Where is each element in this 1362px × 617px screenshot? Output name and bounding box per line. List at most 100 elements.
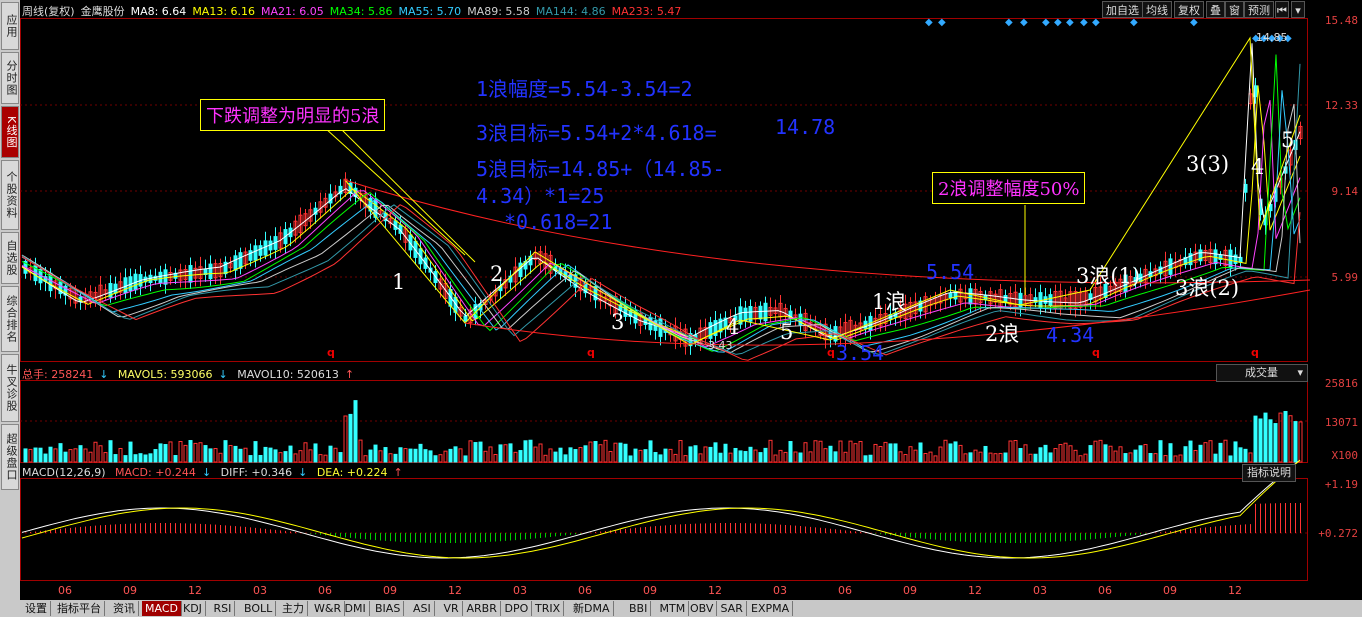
volume-legend: 总手: 258241 ↓ MAVOL5: 593066 ↓ MAVOL10: 520… xyxy=(22,368,355,381)
sidebar-item-timeshare[interactable]: 分时图 xyxy=(1,52,19,104)
volume-bar xyxy=(88,451,93,463)
volume-bar xyxy=(363,455,368,463)
volume-bar xyxy=(1143,444,1148,463)
first-page-icon[interactable]: ⏮ xyxy=(1275,1,1289,18)
tab-boll[interactable]: BOLL xyxy=(241,601,277,616)
volume-bar xyxy=(723,443,728,463)
chart-area[interactable]: 周线(复权) 金鹰股份 MA8: 6.64 MA13: 6.16 MA21: 6.05 M… xyxy=(20,0,1362,600)
sidebar-item-level2[interactable]: 超级盘口 xyxy=(1,424,19,490)
tab-macd[interactable]: MACD xyxy=(142,601,182,616)
volume-bar xyxy=(473,442,478,463)
volume-bar xyxy=(1053,448,1058,463)
volume-bar xyxy=(1258,418,1263,463)
volume-bar xyxy=(758,452,763,463)
sidebar-item-stock-info[interactable]: 个股资料 xyxy=(1,160,19,230)
tab-主力[interactable]: 主力 xyxy=(279,601,308,616)
volume-bar xyxy=(1108,445,1113,463)
volume-bar xyxy=(1028,453,1033,463)
volume-bar xyxy=(858,440,863,463)
tab-vr[interactable]: VR xyxy=(441,601,463,616)
tab-资讯[interactable]: 资讯 xyxy=(110,601,139,616)
volume-bar xyxy=(918,442,923,463)
volume-bar xyxy=(1013,440,1018,463)
volume-bar xyxy=(263,446,268,463)
time-tick: 06 xyxy=(58,584,72,597)
macd-tick-mid: +0.272 xyxy=(1318,527,1358,540)
overlay-button[interactable]: 叠 xyxy=(1206,1,1225,18)
volume-bar xyxy=(243,447,248,463)
tab-新dma[interactable]: 新DMA xyxy=(570,601,614,616)
tab-bias[interactable]: BIAS xyxy=(372,601,405,616)
tab-设置[interactable]: 设置 xyxy=(22,601,51,616)
sidebar-item-app[interactable]: 应用 xyxy=(1,2,19,50)
tab-asi[interactable]: ASI xyxy=(410,601,435,616)
volume-bar xyxy=(298,450,303,463)
volume-bar xyxy=(1058,444,1063,463)
q-marker: q xyxy=(827,346,835,359)
tab-dpo[interactable]: DPO xyxy=(502,601,533,616)
tab-obv[interactable]: OBV xyxy=(687,601,718,616)
volume-bar xyxy=(393,453,398,463)
time-tick: 12 xyxy=(708,584,722,597)
sidebar-item-watchlist[interactable]: 自选股 xyxy=(1,232,19,284)
window-button[interactable]: 窗 xyxy=(1225,1,1244,18)
indicator-dropdown[interactable]: 成交量 ▾ xyxy=(1216,364,1308,382)
tab-mtm[interactable]: MTM xyxy=(657,601,690,616)
price-panel-border xyxy=(20,18,1308,362)
volume-bar xyxy=(1218,442,1223,463)
tab-sar[interactable]: SAR xyxy=(718,601,747,616)
volume-bar xyxy=(518,450,523,463)
volume-bar xyxy=(478,441,483,463)
volume-bar xyxy=(613,442,618,463)
forecast-button[interactable]: 预测 xyxy=(1244,1,1274,18)
volume-bar xyxy=(893,443,898,463)
volume-bar xyxy=(303,442,308,463)
dropdown-label: 成交量 xyxy=(1245,366,1278,379)
callout-wave2-retrace: 2浪调整幅度50% xyxy=(932,172,1086,204)
tab-rsi[interactable]: RSI xyxy=(211,601,236,616)
time-tick: 09 xyxy=(383,584,397,597)
volume-bar xyxy=(113,454,118,463)
wave5-target-line1: 5浪目标=14.85+（14.85- xyxy=(476,157,725,181)
tab-kdj[interactable]: KDJ xyxy=(180,601,206,616)
volume-bar xyxy=(1213,453,1218,463)
time-tick: 09 xyxy=(903,584,917,597)
tab-arbr[interactable]: ARBR xyxy=(464,601,501,616)
price-434-label: 4.34 xyxy=(1046,323,1095,347)
restore-rights-button[interactable]: 复权 xyxy=(1174,1,1204,18)
ma-button[interactable]: 均线 xyxy=(1142,1,1172,18)
volume-bar xyxy=(998,452,1003,463)
sidebar-item-kline[interactable]: K线图 xyxy=(1,106,19,158)
tab-trix[interactable]: TRIX xyxy=(532,601,565,616)
tab-dmi[interactable]: DMI xyxy=(342,601,370,616)
volume-bar xyxy=(313,443,318,463)
volume-bar xyxy=(223,440,228,463)
volume-bar xyxy=(248,455,253,463)
volume-bar xyxy=(73,448,78,463)
volume-bar xyxy=(123,455,128,463)
price-354-label: 3.54 xyxy=(836,341,885,365)
tab-expma[interactable]: EXPMA xyxy=(748,601,794,616)
volume-bar xyxy=(198,442,203,463)
volume-bar xyxy=(173,455,178,463)
wave-label-4: 4 xyxy=(726,315,740,339)
tab-bbi[interactable]: BBI xyxy=(626,601,652,616)
volume-bar xyxy=(273,449,278,463)
add-watchlist-button[interactable]: 加自选 xyxy=(1102,1,1143,18)
volume-tick-mid: 13071 xyxy=(1324,416,1358,429)
volume-bar xyxy=(1138,445,1143,463)
volume-bar xyxy=(528,439,533,463)
indicator-help-button[interactable]: 指标说明 xyxy=(1242,464,1296,482)
tab-w&r[interactable]: W&R xyxy=(311,601,346,616)
chevron-down-icon[interactable]: ▾ xyxy=(1291,1,1305,18)
volume-bar xyxy=(1158,440,1163,463)
sidebar-item-ranking[interactable]: 综合排名 xyxy=(1,286,19,352)
volume-bar xyxy=(1178,454,1183,463)
volume-unit: X100 xyxy=(1331,449,1359,462)
volume-bar xyxy=(268,447,273,463)
volume-bar xyxy=(338,452,343,463)
volume-bar xyxy=(383,447,388,463)
volume-bar xyxy=(373,444,378,463)
sidebar-item-diagnosis[interactable]: 牛叉诊股 xyxy=(1,354,19,422)
tab-指标平台[interactable]: 指标平台 xyxy=(54,601,105,616)
